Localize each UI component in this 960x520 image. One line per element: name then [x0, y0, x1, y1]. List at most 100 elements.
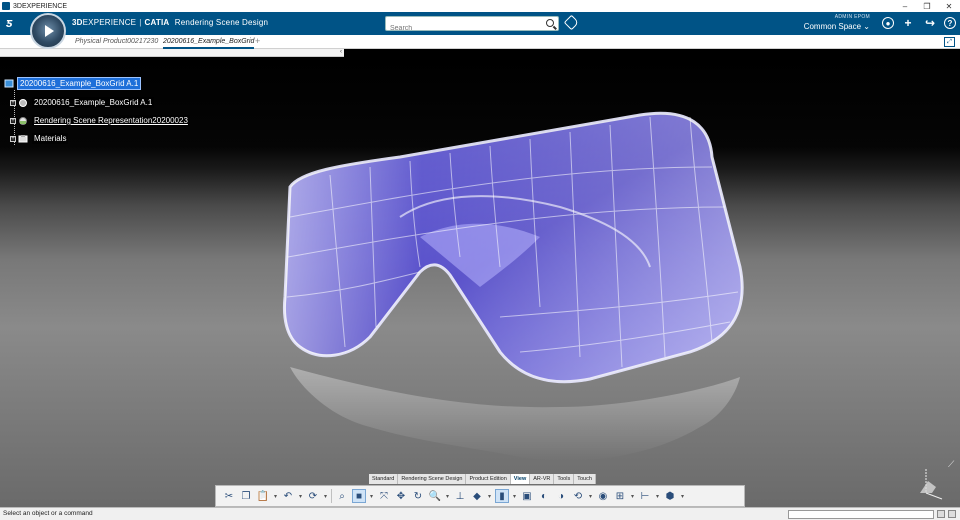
ds-logo-icon[interactable]: ƽ	[6, 15, 12, 30]
user-name: ADMIN EPOM	[834, 14, 870, 20]
section-tab-standard[interactable]: Standard	[369, 474, 399, 484]
tree-node-scene[interactable]: + Rendering Scene Representation20200023	[10, 115, 190, 126]
tree-dropdown-icon[interactable]: ▾	[655, 489, 660, 503]
command-input[interactable]	[788, 510, 934, 519]
search-box[interactable]	[385, 16, 559, 35]
expand-node-icon[interactable]: +	[10, 118, 16, 124]
shading-icon[interactable]: ▮	[495, 489, 509, 503]
split-view-dropdown-icon[interactable]: ▾	[630, 489, 635, 503]
view-mode-icon[interactable]: ■	[352, 489, 366, 503]
brand-separator: |	[139, 18, 142, 27]
tree-node-root[interactable]: 20200616_Example_BoxGrid A.1	[4, 77, 142, 90]
search-icon[interactable]	[546, 19, 554, 27]
window-controls: – ❐ ✕	[894, 0, 960, 12]
camera-icon[interactable]: ◉	[596, 489, 610, 503]
iso-view-icon[interactable]: ◆	[470, 489, 484, 503]
brand-catia: CATIA	[144, 18, 170, 27]
scene-icon	[19, 117, 27, 125]
selection-dropdown-icon[interactable]: ▾	[680, 489, 685, 503]
undo-dropdown-icon[interactable]: ▾	[298, 489, 303, 503]
paste-dropdown-icon[interactable]: ▾	[273, 489, 278, 503]
tree-node-materials[interactable]: + Materials	[10, 133, 69, 144]
restore-icon[interactable]: ❐	[916, 0, 938, 12]
product-icon	[4, 79, 14, 88]
rotate-icon[interactable]: ↻	[411, 489, 425, 503]
status-option-button[interactable]	[937, 510, 945, 518]
tab-bar: Physical Product00217230 20200616_Exampl…	[0, 35, 960, 49]
tab-boxgrid[interactable]: 20200616_Example_BoxGrid	[163, 35, 255, 49]
section-tab-product-edition[interactable]: Product Edition	[466, 474, 511, 484]
app-logo-icon	[2, 2, 10, 10]
tree-label-part: 20200616_Example_BoxGrid A.1	[32, 97, 155, 108]
compass-button[interactable]	[30, 13, 66, 49]
expand-node-icon[interactable]: +	[10, 100, 16, 106]
tree-node-part[interactable]: + 20200616_Example_BoxGrid A.1	[10, 97, 155, 108]
tree-reorder-icon[interactable]: ⊢	[638, 489, 652, 503]
expand-node-icon[interactable]: +	[10, 136, 16, 142]
hide-show-icon[interactable]: ◐	[537, 489, 551, 503]
cut-icon[interactable]: ✂	[222, 489, 236, 503]
model-reflection	[290, 367, 740, 461]
selection-box-icon[interactable]: ⬢	[663, 489, 677, 503]
normal-view-icon[interactable]: ⊥	[453, 489, 467, 503]
swap-visible-space-icon[interactable]: ◑	[554, 489, 568, 503]
add-tab-button[interactable]: +	[255, 36, 260, 46]
update-icon[interactable]: ⟳	[306, 489, 320, 503]
add-icon[interactable]: +	[900, 15, 916, 31]
expand-icon[interactable]: ⤢	[944, 37, 955, 47]
zoom-icon[interactable]: 🔍	[428, 489, 442, 503]
app-name: Rendering Scene Design	[174, 18, 269, 27]
section-tab-ar-vr[interactable]: AR-VR	[530, 474, 555, 484]
view-mode-dropdown-icon[interactable]: ▾	[369, 489, 374, 503]
action-bar: ✂ ❐ 📋 ▾ ↶ ▾ ⟳ ▾ ⌕ ■ ▾ ⤧ ✥ ↻ 🔍 ▾ ⊥ ◆ ▾ ▮ …	[215, 485, 745, 507]
shading-dropdown-icon[interactable]: ▾	[512, 489, 517, 503]
share-icon[interactable]: ↪	[922, 15, 938, 31]
tree-scroll-strip[interactable]: ‹	[0, 49, 344, 57]
section-tab-rendering[interactable]: Rendering Scene Design	[398, 474, 467, 484]
paste-icon[interactable]: 📋	[256, 489, 270, 503]
minimize-icon[interactable]: –	[894, 0, 916, 12]
section-tab-view[interactable]: View	[510, 474, 531, 484]
part-icon	[19, 99, 27, 107]
undo-icon[interactable]: ↶	[281, 489, 295, 503]
compass-play-icon	[45, 25, 54, 37]
window-titlebar: 3DEXPERIENCE – ❐ ✕	[0, 0, 960, 12]
split-view-icon[interactable]: ⊞	[613, 489, 627, 503]
axis-triad-icon[interactable]	[916, 467, 946, 501]
capture-dropdown-icon[interactable]: ▾	[588, 489, 593, 503]
search-input[interactable]	[386, 22, 536, 35]
pan-icon[interactable]: ✥	[394, 489, 408, 503]
catia-app-window: 3DEXPERIENCE – ❐ ✕ ƽ 3DEXPERIENCE | CATIA …	[0, 0, 960, 520]
user-block[interactable]: ADMIN EPOM Common Space ⌄	[800, 14, 870, 31]
tree-label-root: 20200616_Example_BoxGrid A.1	[16, 77, 142, 90]
app-brand: 3DEXPERIENCE | CATIA Rendering Scene Desig…	[72, 18, 268, 27]
viewport-scroll-handle[interactable]: ⟋	[948, 459, 958, 469]
tab-physical-product[interactable]: Physical Product00217230	[75, 35, 158, 49]
update-dropdown-icon[interactable]: ▾	[323, 489, 328, 503]
action-bar-section-tabs: Standard Rendering Scene Design Product …	[369, 474, 596, 484]
status-bar: Select an object or a command	[0, 507, 960, 520]
fit-all-icon[interactable]: ⤧	[377, 489, 391, 503]
copy-icon[interactable]: ❐	[239, 489, 253, 503]
window-title: 3DEXPERIENCE	[13, 2, 68, 10]
tree-label-materials: Materials	[32, 133, 69, 144]
brand-experience: EXPERIENCE	[82, 18, 137, 27]
toolbar-separator	[331, 489, 332, 503]
status-option-button-2[interactable]	[948, 510, 956, 518]
render-icon[interactable]: ▣	[520, 489, 534, 503]
close-icon[interactable]: ✕	[938, 0, 960, 12]
iso-view-dropdown-icon[interactable]: ▾	[487, 489, 492, 503]
materials-icon	[18, 135, 28, 143]
zoom-dropdown-icon[interactable]: ▾	[445, 489, 450, 503]
section-tab-touch[interactable]: Touch	[574, 474, 596, 484]
brand-3d: 3D	[72, 18, 83, 27]
section-tab-tools[interactable]: Tools	[554, 474, 575, 484]
zoom-area-icon[interactable]: ⌕	[335, 489, 349, 503]
status-prompt: Select an object or a command	[3, 510, 93, 517]
scroll-left-icon[interactable]: ‹	[340, 49, 342, 55]
collab-space-selector[interactable]: Common Space ⌄	[800, 22, 870, 31]
capture-icon[interactable]: ⟲	[571, 489, 585, 503]
tree-label-scene: Rendering Scene Representation20200023	[32, 115, 190, 126]
help-icon[interactable]: ?	[944, 17, 956, 29]
user-profile-icon[interactable]: ●	[882, 17, 894, 29]
